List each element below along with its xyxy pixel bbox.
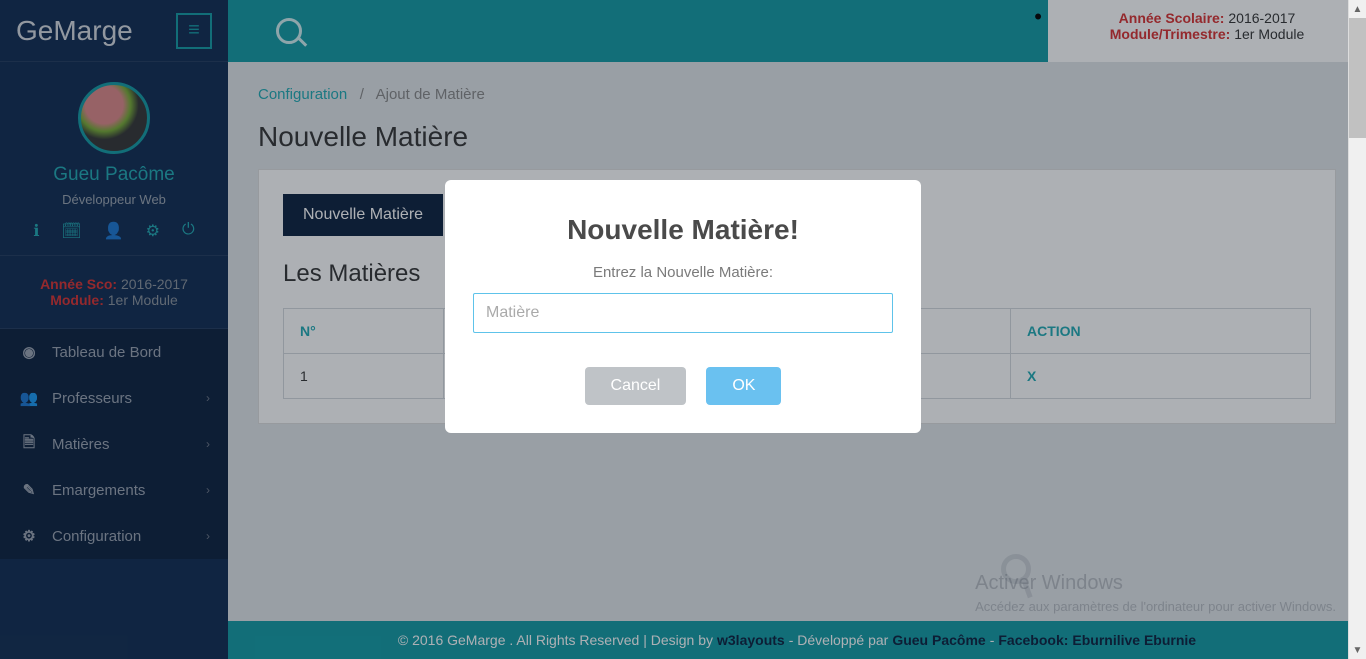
vertical-scrollbar[interactable]: ▲ ▼ <box>1348 0 1366 659</box>
scroll-thumb[interactable] <box>1349 18 1366 138</box>
cancel-button[interactable]: Cancel <box>585 367 687 405</box>
modal: Nouvelle Matière! Entrez la Nouvelle Mat… <box>445 180 921 433</box>
scroll-up-arrow[interactable]: ▲ <box>1349 0 1366 18</box>
ok-button[interactable]: OK <box>706 367 781 405</box>
modal-buttons: Cancel OK <box>473 367 893 405</box>
modal-overlay[interactable]: Nouvelle Matière! Entrez la Nouvelle Mat… <box>0 0 1366 659</box>
matiere-input[interactable] <box>473 293 893 333</box>
modal-title: Nouvelle Matière! <box>473 214 893 246</box>
scroll-down-arrow[interactable]: ▼ <box>1349 641 1366 659</box>
modal-prompt: Entrez la Nouvelle Matière: <box>473 264 893 281</box>
